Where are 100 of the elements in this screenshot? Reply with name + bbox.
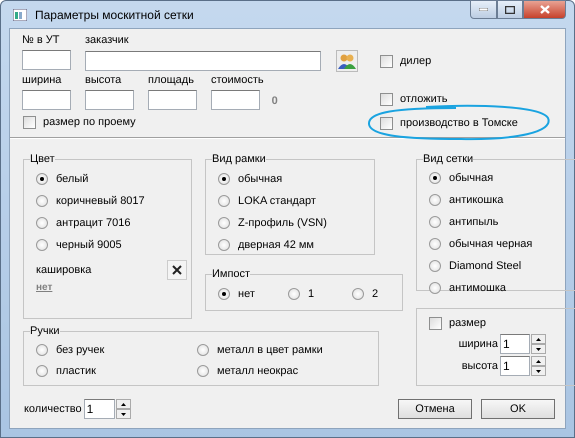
radio-label: дверная 42 мм <box>238 238 314 252</box>
field-label: ширина <box>458 337 498 351</box>
radio-button[interactable] <box>36 217 48 229</box>
spin-up-button[interactable] <box>531 334 546 344</box>
radio-label: антрацит 7016 <box>56 216 130 230</box>
contacts-button[interactable] <box>336 50 358 72</box>
radio-button[interactable] <box>36 195 48 207</box>
radio-button[interactable] <box>197 344 209 356</box>
radio-button[interactable] <box>36 365 48 377</box>
radio-label: Z-профиль (VSN) <box>238 216 327 230</box>
radio-label: металл неокрас <box>217 364 298 378</box>
checkbox-label: размер <box>449 316 486 330</box>
radio-label: обычная <box>449 171 494 185</box>
field-label: высота <box>85 73 122 87</box>
radio-button[interactable] <box>352 288 364 300</box>
field-label: стоимость <box>211 73 264 87</box>
radio-button[interactable] <box>429 260 441 272</box>
checkbox-label: дилер <box>400 54 432 68</box>
window-title: Параметры москитной сетки <box>35 8 194 22</box>
radio-button[interactable] <box>218 217 230 229</box>
radio-label: антимошка <box>449 281 506 295</box>
cost-total: 0 <box>272 95 278 107</box>
radio-button[interactable] <box>429 238 441 250</box>
radio-button[interactable] <box>288 288 300 300</box>
field-label: количество <box>24 402 82 416</box>
checkbox-label: производство в Томске <box>400 116 518 130</box>
radio-button[interactable] <box>218 195 230 207</box>
radio-button[interactable] <box>36 239 48 251</box>
close-icon <box>172 265 182 275</box>
app-icon <box>13 8 27 20</box>
text-field[interactable] <box>22 50 71 70</box>
text-field[interactable] <box>85 51 321 71</box>
up-arrow-icon <box>536 338 541 340</box>
checkbox-label: размер по проему <box>43 115 136 129</box>
up-arrow-icon <box>120 402 126 406</box>
text-field[interactable] <box>148 90 197 110</box>
field-label: заказчик <box>85 33 130 47</box>
checkbox-label: отложить <box>400 92 448 106</box>
checkbox[interactable] <box>380 92 393 106</box>
spin-up-button[interactable] <box>116 399 131 409</box>
text-field[interactable] <box>211 90 260 110</box>
minimize-icon <box>479 8 488 11</box>
down-arrow-icon <box>536 370 541 372</box>
spin-down-button[interactable] <box>116 409 131 419</box>
radio-label: антикошка <box>449 193 504 207</box>
radio-label: 2 <box>372 287 378 301</box>
field-label: высота <box>462 359 498 373</box>
group-title: Вид рамки <box>212 153 266 166</box>
close-button[interactable] <box>523 0 566 19</box>
radio-button[interactable] <box>218 239 230 251</box>
number-field[interactable]: 1 <box>84 399 115 419</box>
spin-down-button[interactable] <box>531 366 546 376</box>
spin-down-button[interactable] <box>531 344 546 354</box>
text-field[interactable] <box>22 90 71 110</box>
radio-label: обычная <box>238 172 282 186</box>
number-field[interactable]: 1 <box>500 334 530 354</box>
number-field[interactable]: 1 <box>500 356 530 376</box>
radio-label: коричневый 8017 <box>56 194 145 208</box>
radio-button[interactable] <box>429 194 441 206</box>
cancel-button[interactable]: Отмена <box>398 399 472 419</box>
lamination-label: кашировка <box>36 263 92 277</box>
checkbox[interactable] <box>380 116 393 130</box>
maximize-icon <box>505 6 515 14</box>
radio-button[interactable] <box>429 282 441 294</box>
group-title: Ручки <box>30 325 60 338</box>
spin-up-button[interactable] <box>531 356 546 366</box>
radio-label: антипыль <box>449 215 498 229</box>
group-title: Цвет <box>30 153 55 166</box>
radio-label: нет <box>238 287 255 301</box>
field-label: № в УТ <box>22 33 60 47</box>
radio-label: пластик <box>56 364 96 378</box>
down-arrow-icon <box>120 412 126 416</box>
people-icon <box>338 53 356 69</box>
radio-label: обычная черная <box>449 237 532 251</box>
radio-label: Diamond Steel <box>449 259 522 273</box>
radio-button[interactable] <box>218 173 230 185</box>
field-label: ширина <box>22 73 62 87</box>
up-arrow-icon <box>536 360 541 362</box>
close-icon <box>540 5 550 14</box>
radio-button[interactable] <box>36 344 48 356</box>
field-label: площадь <box>148 73 195 87</box>
radio-button[interactable] <box>36 173 48 185</box>
clear-button[interactable] <box>167 260 187 280</box>
maximize-button[interactable] <box>497 0 523 19</box>
group-title: Импост <box>212 268 250 281</box>
radio-label: без ручек <box>56 343 104 357</box>
radio-label: металл в цвет рамки <box>217 343 323 357</box>
text-field[interactable] <box>85 90 134 110</box>
radio-button[interactable] <box>197 365 209 377</box>
radio-button[interactable] <box>429 172 441 184</box>
checkbox[interactable] <box>429 316 442 330</box>
checkbox[interactable] <box>23 116 36 128</box>
ok-button[interactable]: OK <box>481 399 555 419</box>
minimize-button[interactable] <box>470 0 497 19</box>
radio-button[interactable] <box>218 288 230 300</box>
radio-label: LOKA стандарт <box>238 194 316 208</box>
radio-button[interactable] <box>429 216 441 228</box>
down-arrow-icon <box>536 348 541 350</box>
radio-label: 1 <box>308 287 314 301</box>
checkbox[interactable] <box>380 54 393 68</box>
